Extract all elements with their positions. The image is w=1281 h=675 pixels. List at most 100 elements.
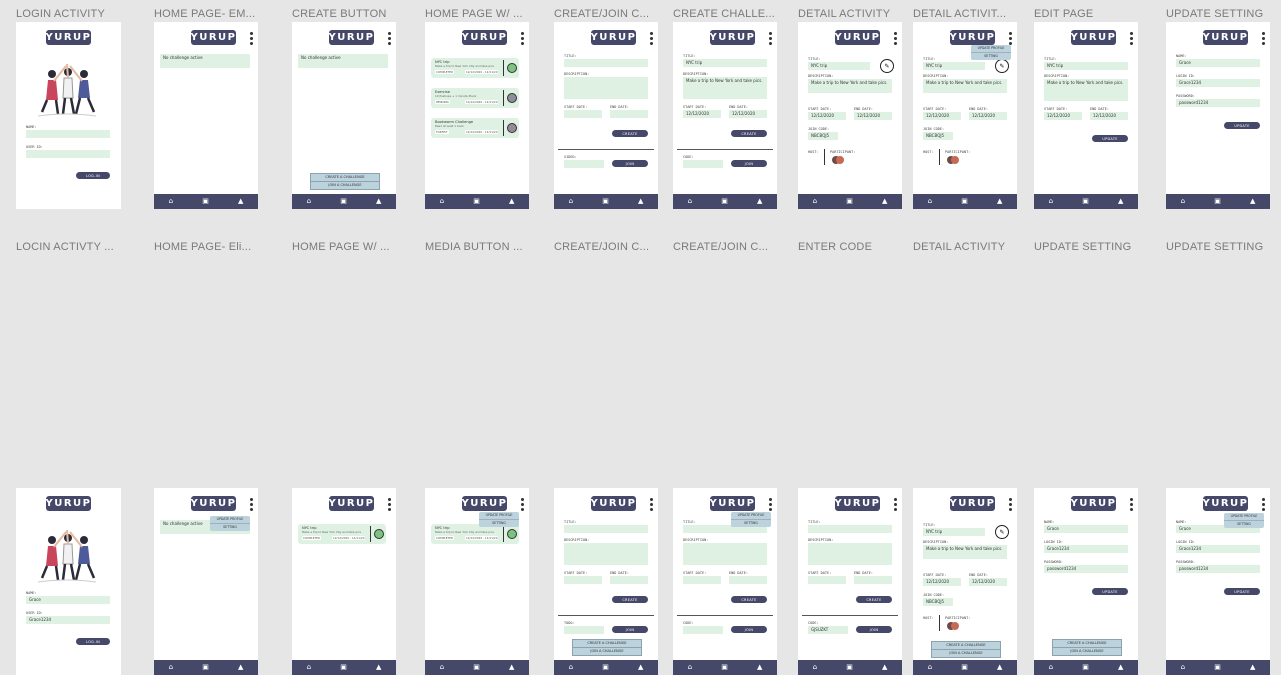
description-field[interactable]: Make a trip to New York and take pics. (1044, 79, 1128, 101)
login-button[interactable]: LOG-IN (76, 638, 110, 645)
join-code-field[interactable]: NBCBQJ5 (808, 132, 838, 140)
name-field[interactable]: Grace (1044, 525, 1128, 533)
create-challenge-option[interactable]: CREATE A CHALLENGE (573, 640, 641, 647)
title-field[interactable] (808, 525, 892, 533)
end-date-field[interactable] (729, 576, 767, 584)
person-icon[interactable]: ▲ (638, 198, 643, 205)
home-icon[interactable]: ⌂ (928, 198, 932, 205)
title-field[interactable]: NYC trip (808, 62, 870, 70)
person-icon[interactable]: ▲ (238, 664, 243, 671)
plus-square-icon[interactable]: ▣ (846, 664, 853, 671)
name-field[interactable]: Grace (26, 596, 110, 604)
home-icon[interactable]: ⌂ (688, 664, 692, 671)
edit-pencil-icon[interactable]: ✎ (995, 525, 1009, 539)
user-id-field[interactable]: Grace1234 (26, 616, 110, 624)
join-challenge-option[interactable]: JOIN A CHALLENGE (311, 181, 379, 189)
more-menu-icon[interactable] (1130, 498, 1133, 513)
end-date-field[interactable] (610, 576, 648, 584)
challenge-card[interactable]: NYC trip Make a trip to New York City and… (298, 524, 386, 544)
more-menu-icon[interactable] (894, 498, 897, 513)
plus-square-icon[interactable]: ▣ (961, 664, 968, 671)
empty-state-card[interactable]: No challenge active (298, 54, 388, 68)
person-icon[interactable]: ▲ (1250, 198, 1255, 205)
menu-item-setting[interactable]: SETTING (1224, 520, 1264, 528)
person-icon[interactable]: ▲ (509, 664, 514, 671)
start-date-field[interactable]: 12/12/2020 (923, 578, 961, 586)
home-icon[interactable]: ⌂ (813, 664, 817, 671)
home-icon[interactable]: ⌂ (307, 664, 311, 671)
home-icon[interactable]: ⌂ (928, 664, 932, 671)
join-button[interactable]: JOIN (731, 160, 767, 167)
person-icon[interactable]: ▲ (882, 664, 887, 671)
home-icon[interactable]: ⌂ (440, 198, 444, 205)
start-date-field[interactable]: 12/12/2020 (923, 112, 961, 120)
create-challenge-option[interactable]: CREATE A CHALLENGE (311, 174, 379, 181)
title-field[interactable]: NYC trip (1044, 62, 1128, 70)
description-field[interactable]: Make a trip to New York and take pics. (808, 79, 892, 93)
update-button[interactable]: UPDATE (1092, 588, 1128, 595)
start-date-field[interactable]: 12/12/2020 (683, 110, 721, 118)
menu-item-update-profile[interactable]: UPDATE PROFILE (1224, 513, 1264, 520)
challenge-card[interactable]: Exercise 10 Pushups + 1 minute Plank PENDI… (431, 88, 519, 108)
title-field[interactable] (564, 525, 648, 533)
person-icon[interactable]: ▲ (238, 198, 243, 205)
menu-item-setting[interactable]: SETTING (731, 519, 771, 527)
code-field[interactable] (683, 160, 723, 168)
create-button[interactable]: CREATE (612, 596, 648, 603)
end-date-field[interactable] (610, 110, 648, 118)
person-icon[interactable]: ▲ (1118, 664, 1123, 671)
login-id-field[interactable]: Grace1234 (1176, 545, 1260, 553)
end-date-field[interactable]: 12/12/2020 (969, 578, 1007, 586)
end-date-field[interactable]: 12/12/2020 (1090, 112, 1128, 120)
plus-square-icon[interactable]: ▣ (602, 198, 609, 205)
person-icon[interactable]: ▲ (997, 664, 1002, 671)
plus-square-icon[interactable]: ▣ (202, 664, 209, 671)
join-button[interactable]: JOIN (612, 626, 648, 633)
start-date-field[interactable]: 12/12/2020 (1044, 112, 1082, 120)
create-button[interactable]: CREATE (856, 596, 892, 603)
create-button[interactable]: CREATE (612, 130, 648, 137)
join-challenge-option[interactable]: JOIN A CHALLENGE (573, 647, 641, 655)
password-field[interactable]: password1234 (1176, 99, 1260, 107)
menu-item-update-profile[interactable]: UPDATE PROFILE (731, 512, 771, 519)
home-icon[interactable]: ⌂ (688, 198, 692, 205)
edit-pencil-icon[interactable]: ✎ (880, 59, 894, 73)
empty-state-card[interactable]: No challenge active (160, 54, 250, 68)
menu-item-setting[interactable]: SETTING (971, 52, 1011, 60)
name-field[interactable] (26, 130, 110, 138)
password-field[interactable]: password1234 (1176, 565, 1260, 573)
home-icon[interactable]: ⌂ (813, 198, 817, 205)
person-icon[interactable]: ▲ (376, 198, 381, 205)
home-icon[interactable]: ⌂ (1181, 198, 1185, 205)
plus-square-icon[interactable]: ▣ (846, 198, 853, 205)
person-icon[interactable]: ▲ (1118, 198, 1123, 205)
menu-item-setting[interactable]: SETTING (479, 519, 519, 527)
title-field[interactable]: NYC trip (683, 59, 767, 67)
edit-pencil-icon[interactable]: ✎ (995, 59, 1009, 73)
description-field[interactable]: Make a trip to New York and take pics. (923, 545, 1007, 559)
join-challenge-option[interactable]: JOIN A CHALLENGE (1053, 647, 1121, 655)
person-icon[interactable]: ▲ (757, 664, 762, 671)
plus-square-icon[interactable]: ▣ (1082, 198, 1089, 205)
home-icon[interactable]: ⌂ (1049, 664, 1053, 671)
plus-square-icon[interactable]: ▣ (721, 664, 728, 671)
plus-square-icon[interactable]: ▣ (961, 198, 968, 205)
plus-square-icon[interactable]: ▣ (1082, 664, 1089, 671)
challenge-card[interactable]: NYC trip Make a trip to New York City and… (431, 524, 519, 544)
create-button[interactable]: CREATE (731, 130, 767, 137)
description-field[interactable]: Make a trip to New York and take pics. (683, 77, 767, 99)
join-button[interactable]: JOIN (612, 160, 648, 167)
more-menu-icon[interactable] (650, 498, 653, 513)
title-field[interactable]: NYC trip (923, 62, 985, 70)
more-menu-icon[interactable] (1262, 32, 1265, 47)
end-date-field[interactable]: 12/12/2020 (729, 110, 767, 118)
person-icon[interactable]: ▲ (1250, 664, 1255, 671)
menu-item-setting[interactable]: SETTING (210, 523, 250, 531)
create-challenge-option[interactable]: CREATE A CHALLENGE (1053, 640, 1121, 647)
start-date-field[interactable] (683, 576, 721, 584)
update-button[interactable]: UPDATE (1224, 122, 1260, 129)
start-date-field[interactable]: 12/12/2020 (808, 112, 846, 120)
description-field[interactable] (564, 77, 648, 99)
home-icon[interactable]: ⌂ (1181, 664, 1185, 671)
join-challenge-option[interactable]: JOIN A CHALLENGE (932, 649, 1000, 657)
